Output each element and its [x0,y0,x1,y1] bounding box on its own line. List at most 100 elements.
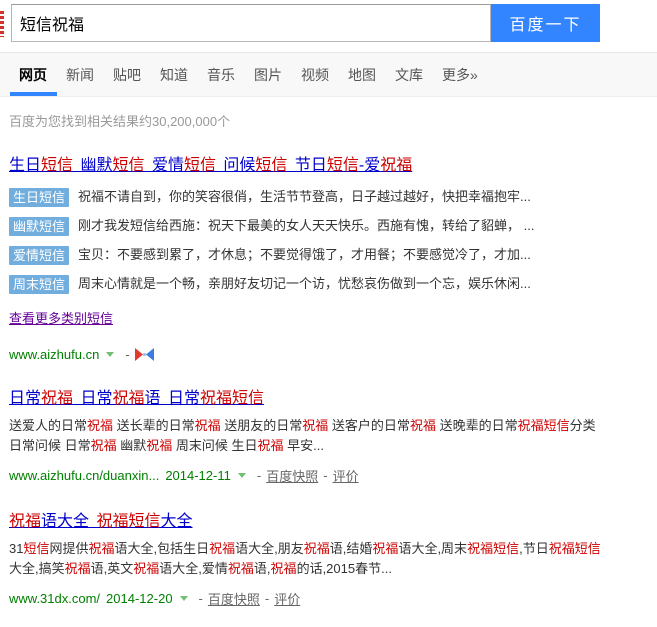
chevron-down-icon[interactable] [180,596,188,601]
tag-snippet: 宝贝：不要感到累了，才休息；不要觉得饿了，才用餐；不要感觉冷了，才加... [78,246,531,263]
text-segment: 语,英文 [91,561,134,576]
highlighted-keyword: 短信 [184,157,216,174]
highlighted-keyword: 祝福 [89,541,115,556]
text-segment: 大全,搞笑 [9,561,65,576]
highlighted-keyword: 祝福短信 [549,541,601,556]
nav-tab[interactable]: 地图 [348,53,376,96]
text-segment: 送晚辈的日常 [436,418,518,433]
separator: - [257,468,261,483]
highlighted-keyword: 祝福 [271,561,297,576]
result-url[interactable]: www.31dx.com/ [9,591,100,606]
tag-badge: 生日短信 [9,188,69,207]
nav-tab[interactable]: 新闻 [66,53,94,96]
text-segment: 生日 [9,157,41,174]
nav-tab[interactable]: 文库 [395,53,423,96]
highlighted-keyword: 祝福 [372,541,398,556]
text-segment: 周末问候 生日 [172,438,257,453]
chevron-down-icon[interactable] [106,352,114,357]
nav-tab[interactable]: 网页 [19,53,47,96]
result-title-link[interactable]: 生日短信 幽默短信 爱情短信 问候短信 节日短信-爱祝福 [9,157,412,174]
separator: - [265,591,269,606]
text-segment: 的话,2015春节... [297,561,392,576]
site-logo-icon [135,348,154,361]
chevron-down-icon[interactable] [238,473,246,478]
text-segment: 语, [254,561,271,576]
tag-badge: 幽默短信 [9,217,69,236]
text-segment: 语,结婚 [330,541,373,556]
tag-row: 周末短信 周末心情就是一个畅，亲朋好友切记一个访，忧愁哀伤做到一个忘，娱乐休闲.… [9,275,605,294]
highlighted-keyword: 祝福 [112,390,144,407]
highlighted-keyword: 短信 [128,513,160,530]
highlighted-keyword: 短信 [544,418,570,433]
text-segment: 语大全,周末 [398,541,467,556]
separator: - [125,347,129,362]
highlighted-keyword: 短信 [327,157,359,174]
text-segment: 语 日常 [145,390,200,407]
result-title: 日常祝福 日常祝福语 日常祝福短信 [9,388,605,409]
text-segment: ,节日 [519,541,549,556]
highlighted-keyword: 祝福 [87,418,113,433]
text-segment: 语大全 [41,513,96,530]
highlighted-keyword: 祝福 [133,561,159,576]
search-result: 日常祝福 日常祝福语 日常祝福短信 送爱人的日常祝福 送长辈的日常祝福 送朋友的… [9,388,605,485]
text-segment: 语大全,爱情 [159,561,228,576]
tag-snippet: 祝福不请自到，你的笑容很俏，生活节节登高，日子越过越好，快把幸福抱牢... [78,188,531,205]
highlighted-keyword: 祝福 [304,541,330,556]
highlighted-keyword: 祝福 [209,541,235,556]
text-segment: 送朋友的日常 [221,418,303,433]
search-input[interactable] [11,4,491,42]
search-bar: 百度一下 [0,0,657,42]
nav-tab[interactable]: 视频 [301,53,329,96]
highlighted-keyword: 短信 [232,390,264,407]
more-categories-link[interactable]: 查看更多类别短信 [9,308,113,327]
text-segment: 幽默 [117,438,147,453]
result-title-link[interactable]: 祝福语大全 祝福短信大全 [9,513,193,530]
text-segment: 日常 [9,390,41,407]
highlighted-keyword: 短信 [23,541,49,556]
nav-tab[interactable]: 音乐 [207,53,235,96]
results-count: 百度为您找到相关结果约30,200,000个 [9,111,657,130]
baidu-logo-edge [0,11,4,37]
tag-row-list: 生日短信 祝福不请自到，你的笑容很俏，生活节节登高，日子越过越好，快把幸福抱牢.… [9,188,605,294]
nav-tab[interactable]: 贴吧 [113,53,141,96]
result-title-link[interactable]: 日常祝福 日常祝福语 日常祝福短信 [9,390,264,407]
highlighted-keyword: 祝福短信 [467,541,519,556]
text-segment: 31 [9,541,23,556]
result-title: 生日短信 幽默短信 爱情短信 问候短信 节日短信-爱祝福 [9,155,605,176]
review-link[interactable]: 评价 [274,589,300,608]
text-segment: 语大全,包括生日 [115,541,210,556]
highlighted-keyword: 祝福 [91,438,117,453]
nav-tab[interactable]: 图片 [254,53,282,96]
result-title: 祝福语大全 祝福短信大全 [9,511,605,532]
highlighted-keyword: 祝福 [146,438,172,453]
highlighted-keyword: 祝福 [228,561,254,576]
text-segment: 送长辈的日常 [113,418,195,433]
text-segment: 大全 [161,513,193,530]
nav-tab[interactable]: 知道 [160,53,188,96]
text-segment: 幽默 [73,157,112,174]
highlighted-keyword: 祝福 [302,418,328,433]
result-url[interactable]: www.aizhufu.cn [9,347,99,362]
search-result: 生日短信 幽默短信 爱情短信 问候短信 节日短信-爱祝福 生日短信 祝福不请自到… [9,155,605,362]
highlighted-keyword: 祝福 [258,438,284,453]
text-segment: -爱 [359,157,380,174]
highlighted-keyword: 短信 [41,157,73,174]
text-segment: 问候 [216,157,255,174]
highlighted-keyword: 短信 [112,157,144,174]
cached-page-link[interactable]: 百度快照 [208,589,260,608]
highlighted-keyword: 祝福 [410,418,436,433]
result-date: 2014-12-11 [165,468,231,483]
nav-tab[interactable]: 更多» [442,53,478,96]
result-url-row: www.31dx.com/ 2014-12-20 - 百度快照 - 评价 [9,589,605,608]
baidu-search-button[interactable]: 百度一下 [491,4,600,42]
cached-page-link[interactable]: 百度快照 [266,466,318,485]
result-url[interactable]: www.aizhufu.cn/duanxin... [9,468,159,483]
result-snippet: 31短信网提供祝福语大全,包括生日祝福语大全,朋友祝福语,结婚祝福语大全,周末祝… [9,539,601,579]
highlighted-keyword: 祝福 [41,390,73,407]
result-date: 2014-12-20 [106,591,173,606]
review-link[interactable]: 评价 [333,466,359,485]
result-url-row: www.aizhufu.cn - [9,347,605,362]
result-url-row: www.aizhufu.cn/duanxin... 2014-12-11 - 百… [9,466,605,485]
search-result: 祝福语大全 祝福短信大全 31短信网提供祝福语大全,包括生日祝福语大全,朋友祝福… [9,511,605,608]
text-segment: 日常 [73,390,112,407]
